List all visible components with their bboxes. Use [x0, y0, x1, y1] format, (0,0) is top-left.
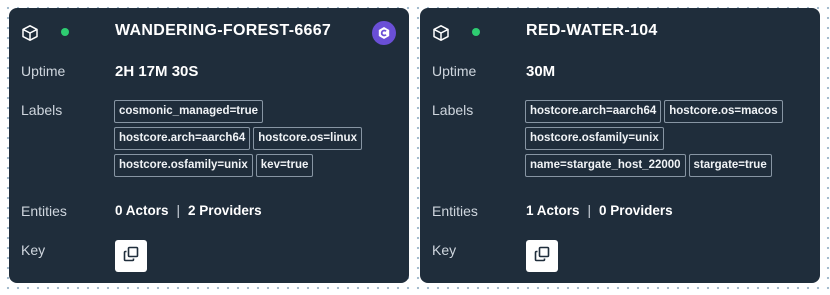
cube-icon [432, 24, 450, 42]
host-name: WANDERING-FOREST-6667 [115, 22, 332, 39]
host-name: RED-WATER-104 [526, 22, 658, 39]
label-tag: hostcore.os=linux [253, 127, 362, 150]
label-tag: hostcore.arch=aarch64 [525, 100, 662, 123]
copy-key-button[interactable] [526, 240, 558, 272]
entities-separator: | [176, 203, 181, 218]
copy-icon [123, 246, 139, 267]
labels-label: Labels [21, 102, 63, 118]
cube-icon [21, 24, 39, 42]
host-card: WANDERING-FOREST-6667 Uptime 2H 17M 30S … [9, 8, 409, 283]
label-tag: name=stargate_host_22000 [525, 154, 686, 177]
copy-icon [534, 246, 550, 267]
label-tag: hostcore.os=macos [664, 100, 783, 123]
uptime-label: Uptime [21, 63, 66, 79]
uptime-label: Uptime [432, 63, 477, 79]
providers-count: 2 Providers [188, 203, 262, 218]
status-indicator [472, 28, 480, 36]
label-tag: stargate=true [688, 154, 772, 177]
entities-label: Entities [21, 203, 67, 219]
entities-separator: | [587, 203, 592, 218]
entities-summary: 1 Actors | 0 Providers [526, 203, 673, 218]
actors-count: 1 Actors [526, 203, 580, 218]
actors-count: 0 Actors [115, 203, 169, 218]
label-tag: hostcore.osfamily=unix [114, 154, 253, 177]
labels-list: hostcore.arch=aarch64 hostcore.os=macos … [525, 100, 810, 177]
key-label: Key [432, 242, 457, 258]
copy-key-button[interactable] [115, 240, 147, 272]
entities-summary: 0 Actors | 2 Providers [115, 203, 262, 218]
uptime-value: 2H 17M 30S [115, 63, 199, 80]
key-label: Key [21, 242, 46, 258]
label-tag: cosmonic_managed=true [114, 100, 264, 123]
status-indicator [61, 28, 69, 36]
cosmonic-badge-icon [372, 21, 396, 45]
entities-label: Entities [432, 203, 478, 219]
labels-label: Labels [432, 102, 474, 118]
labels-list: cosmonic_managed=true hostcore.arch=aarc… [114, 100, 399, 177]
uptime-value: 30M [526, 63, 556, 80]
host-card: RED-WATER-104 Uptime 30M Labels hostcore… [420, 8, 820, 283]
providers-count: 0 Providers [599, 203, 673, 218]
label-tag: hostcore.osfamily=unix [525, 127, 664, 150]
label-tag: hostcore.arch=aarch64 [114, 127, 251, 150]
label-tag: kev=true [255, 154, 314, 177]
